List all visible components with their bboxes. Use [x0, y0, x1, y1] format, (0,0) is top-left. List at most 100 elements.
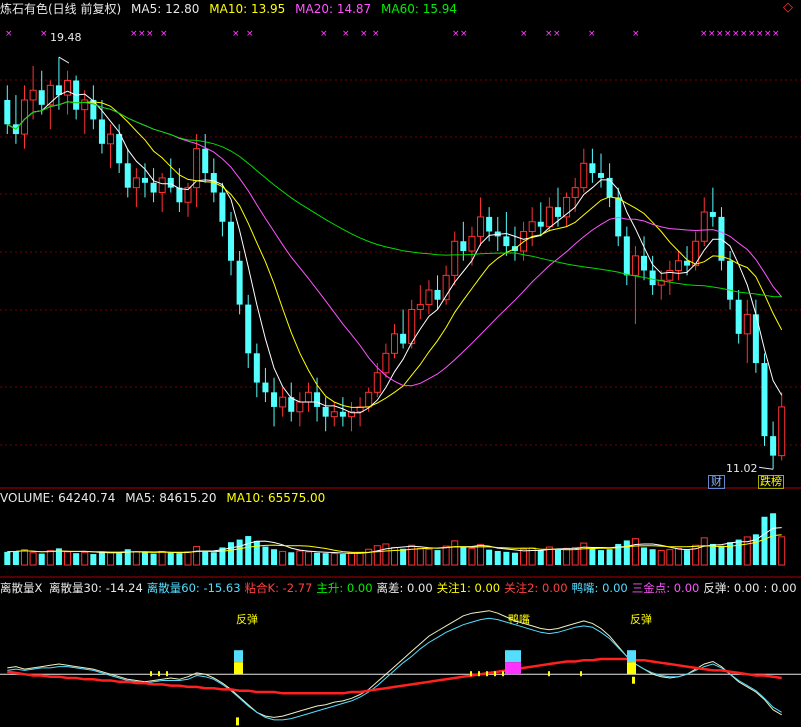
event-mark-9[interactable]: ×: [342, 29, 350, 39]
small-signal-7: [502, 671, 504, 677]
volume-bar-down: [245, 536, 252, 565]
volume-bar-down: [589, 548, 596, 565]
volume-bar-up: [304, 551, 312, 566]
volume-bar-down: [314, 552, 321, 565]
volume-bar-up: [778, 536, 786, 566]
volume-bar-up: [468, 547, 476, 566]
signal-block-cyan: [505, 650, 521, 663]
candle-body-down: [116, 134, 123, 164]
stock-chart-window: × × × × × × × × × × × × × × × × × × × × × × × × × × × × × 炼石有色(日线 前复…: [0, 0, 801, 727]
candle-body-down: [649, 270, 656, 286]
volume-bar-down: [684, 550, 691, 565]
indicator-item-3: 主升: 0.00: [316, 581, 373, 595]
finance-badge[interactable]: 财: [708, 475, 725, 489]
event-mark-24[interactable]: ×: [740, 29, 748, 39]
candle-body-up: [477, 216, 485, 237]
candle-body-down: [167, 177, 174, 188]
volume-bar-up: [81, 551, 89, 566]
indicator-item-7: 鸭嘴: 0.00: [571, 581, 628, 595]
small-signal-1: [158, 671, 160, 677]
event-mark-20[interactable]: ×: [708, 29, 716, 39]
event-mark-17[interactable]: ×: [588, 29, 596, 39]
volume-bars: [4, 513, 786, 566]
ma60-line: [7, 101, 782, 298]
event-mark-25[interactable]: ×: [748, 29, 756, 39]
candle-body-down: [339, 411, 346, 417]
small-signal-3: [470, 671, 472, 677]
candle-body-up: [330, 411, 338, 418]
candle-body-down: [709, 212, 716, 217]
event-mark-7[interactable]: ×: [246, 29, 254, 39]
candle-body-up: [692, 240, 700, 267]
event-mark-13[interactable]: ×: [460, 29, 468, 39]
event-mark-26[interactable]: ×: [756, 29, 764, 39]
indicator-item-1: 离散量60: -15.63: [146, 581, 241, 595]
last-badge[interactable]: 跌榜: [758, 475, 784, 489]
event-mark-15[interactable]: ×: [545, 29, 553, 39]
candle-body-down: [400, 333, 407, 344]
event-mark-3[interactable]: ×: [138, 29, 146, 39]
event-mark-18[interactable]: ×: [632, 29, 640, 39]
signal-block-cyan: [627, 650, 636, 663]
volume-bar-up: [365, 548, 373, 566]
candle-body-down: [228, 221, 235, 261]
volume-bar-up: [330, 553, 338, 566]
candle-body-down: [141, 177, 148, 183]
volume-bar-down: [271, 549, 278, 565]
volume-bar-down: [38, 553, 45, 565]
candle-body-up: [304, 391, 312, 403]
volume-bar-up: [408, 544, 416, 566]
ma60-value: MA60: 15.94: [381, 2, 458, 16]
event-mark-12[interactable]: ×: [452, 29, 460, 39]
candle-body-up: [382, 352, 390, 374]
event-mark-4[interactable]: ×: [146, 29, 154, 39]
event-mark-22[interactable]: ×: [724, 29, 732, 39]
dispersion-60-line: [7, 617, 782, 721]
event-mark-8[interactable]: ×: [320, 29, 328, 39]
volume-bar-down: [641, 547, 648, 565]
candle-body-down: [245, 304, 252, 354]
diamond-icon[interactable]: ◇: [783, 0, 793, 15]
event-mark-27[interactable]: ×: [764, 29, 772, 39]
volume-bar-up: [132, 551, 140, 566]
event-mark-10[interactable]: ×: [360, 29, 368, 39]
event-mark-14[interactable]: ×: [520, 29, 528, 39]
candle-body-down: [271, 392, 278, 407]
volume-bar-up: [425, 548, 433, 566]
volume-bar-up: [64, 551, 72, 566]
volume-bar-down: [460, 547, 467, 565]
volume-bar-up: [700, 537, 708, 566]
candle-body-up: [279, 396, 287, 408]
volume-bar-down: [90, 554, 97, 565]
low-price-label: 11.02: [726, 462, 758, 475]
small-signal-5: [486, 671, 488, 677]
event-mark-6[interactable]: ×: [232, 29, 240, 39]
chart-canvas[interactable]: × × × × × × × × × × × × × × × × × × × × × × × × × × × × ×: [0, 0, 801, 727]
high-marker: [58, 56, 70, 64]
candle-body-down: [727, 260, 734, 300]
event-mark-19[interactable]: ×: [700, 29, 708, 39]
event-mark-21[interactable]: ×: [716, 29, 724, 39]
signal-duckbill-label: 鸭嘴: [508, 613, 530, 626]
signal-block-yellow: [234, 662, 243, 675]
volume-bar-down: [770, 513, 777, 565]
volume-panel-header: VOLUME: 64240.74 MA5: 84615.20 MA10: 655…: [0, 490, 331, 506]
event-mark-28[interactable]: ×: [772, 29, 780, 39]
event-mark-16[interactable]: ×: [553, 29, 561, 39]
event-mark-5[interactable]: ×: [160, 29, 168, 39]
event-mark-11[interactable]: ×: [372, 29, 380, 39]
candle-body-down: [641, 255, 648, 271]
candle-body-up: [193, 148, 201, 189]
candle-body-up: [46, 84, 54, 106]
event-mark-1[interactable]: ×: [40, 29, 48, 39]
candle-body-up: [451, 240, 459, 276]
small-signal-6: [494, 671, 496, 677]
candle-body-up: [778, 406, 786, 457]
volume-bar-down: [597, 550, 605, 565]
event-mark-0[interactable]: ×: [5, 29, 13, 39]
event-mark-2[interactable]: ×: [130, 29, 138, 39]
small-signal-2: [166, 671, 168, 677]
candle-body-up: [365, 391, 373, 408]
volume-bar-up: [193, 546, 201, 566]
event-mark-23[interactable]: ×: [732, 29, 740, 39]
